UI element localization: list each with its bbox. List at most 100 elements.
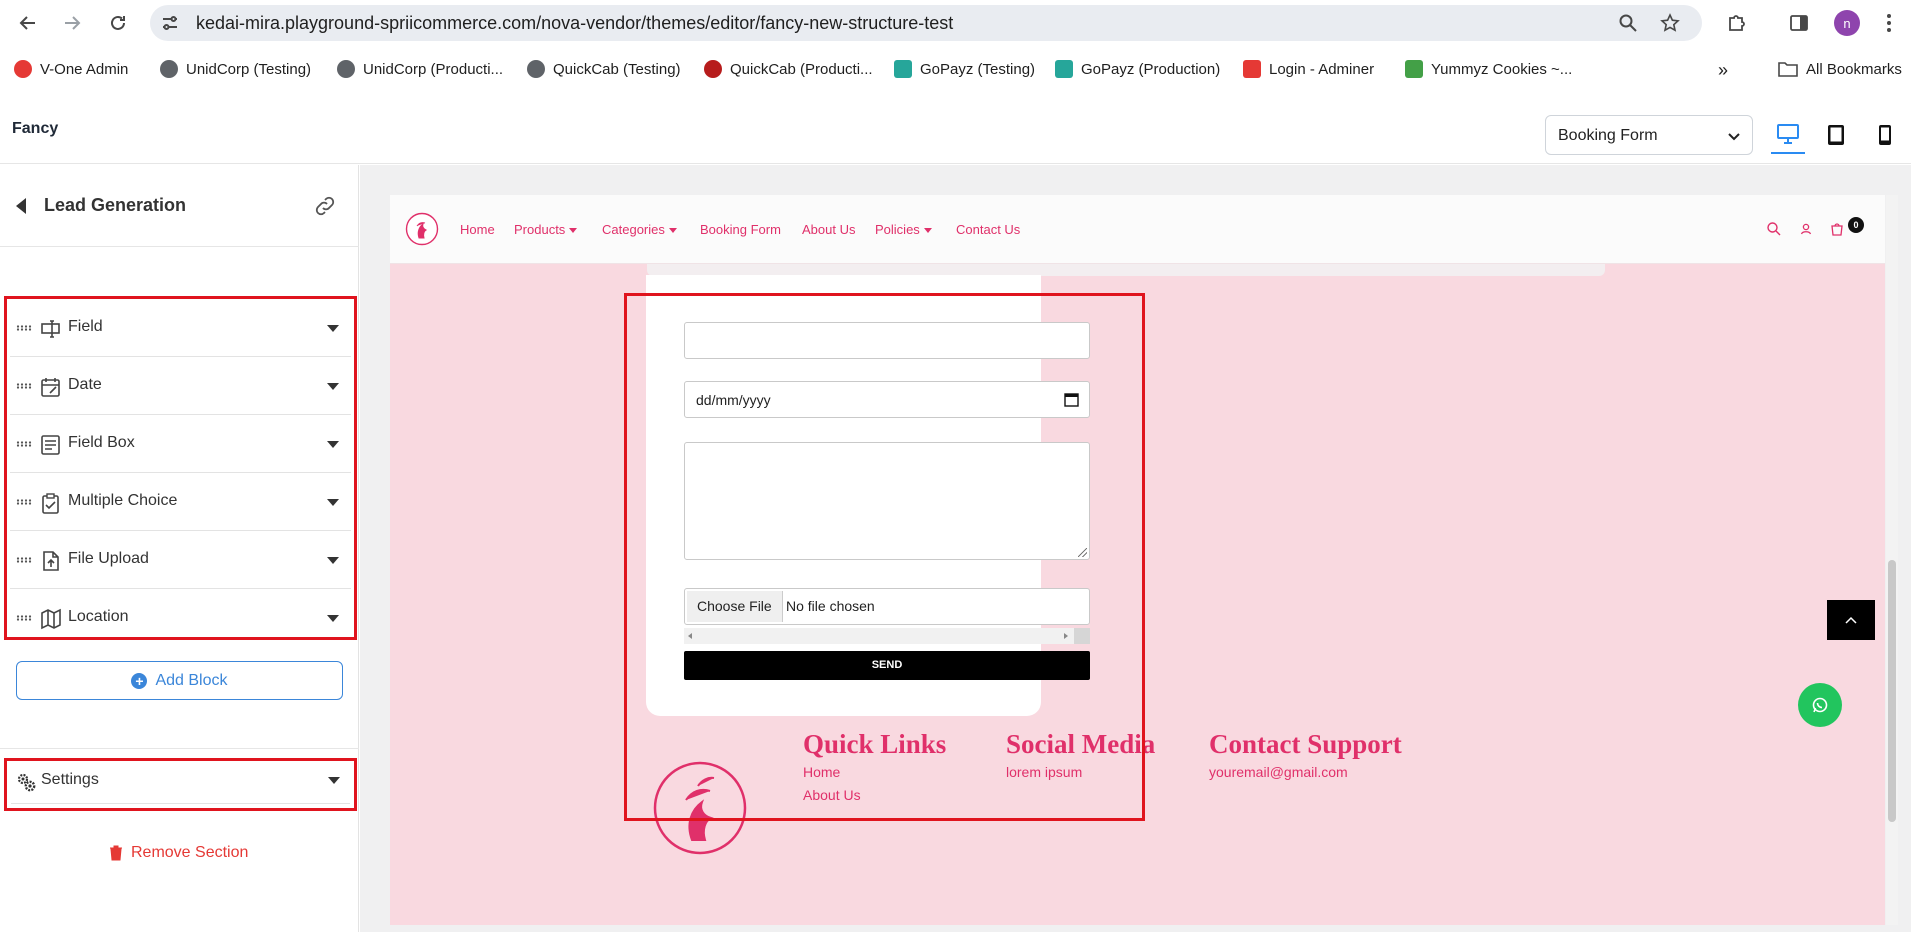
- remove-section-button[interactable]: Remove Section: [109, 844, 248, 862]
- nav-link-about-us[interactable]: About Us: [802, 222, 855, 237]
- block-item-multiple-choice[interactable]: Multiple Choice: [10, 473, 351, 531]
- address-bar[interactable]: kedai-mira.playground-spriicommerce.com/…: [150, 5, 1702, 41]
- settings-panel-toggle[interactable]: Settings: [4, 758, 357, 811]
- bookmark-favicon-icon: [894, 60, 912, 78]
- bookmark-item[interactable]: V-One Admin: [14, 60, 128, 78]
- block-item-file-upload[interactable]: File Upload: [10, 531, 351, 589]
- search-icon[interactable]: [1766, 221, 1782, 237]
- caret-down-icon[interactable]: [327, 383, 339, 390]
- folder-icon: [1778, 62, 1798, 77]
- block-label: File Upload: [68, 550, 149, 567]
- block-item-location[interactable]: Location: [10, 589, 351, 647]
- multiple-choice-icon: [42, 493, 59, 514]
- bookmark-favicon-icon: [1405, 60, 1423, 78]
- nav-link-booking-form[interactable]: Booking Form: [700, 222, 781, 237]
- scrollbar-thumb[interactable]: [1888, 560, 1896, 822]
- more-bookmarks-icon[interactable]: »: [1718, 60, 1728, 81]
- nav-link-home[interactable]: Home: [460, 222, 495, 237]
- whatsapp-icon: [1812, 697, 1828, 713]
- section-title: Lead Generation: [44, 195, 187, 215]
- bookmark-item[interactable]: Yummyz Cookies ~...: [1405, 60, 1572, 78]
- bookmark-item[interactable]: UnidCorp (Testing): [160, 60, 311, 78]
- bookmark-item[interactable]: QuickCab (Producti...: [704, 60, 873, 78]
- back-icon[interactable]: [14, 9, 42, 37]
- block-label: Date: [68, 376, 102, 393]
- caret-down-icon[interactable]: [327, 615, 339, 622]
- caret-down-icon: [923, 228, 932, 234]
- user-icon[interactable]: [1798, 221, 1814, 237]
- location-icon: [41, 608, 61, 630]
- caret-down-icon[interactable]: [327, 499, 339, 506]
- block-item-field[interactable]: Field: [10, 299, 351, 357]
- caret-down-icon[interactable]: [327, 441, 339, 448]
- store-navbar: Home Products Categories Booking Form Ab…: [390, 195, 1885, 264]
- bookmark-star-icon[interactable]: [1660, 13, 1680, 33]
- store-logo[interactable]: [405, 212, 439, 246]
- preview-scrollbar[interactable]: [1886, 195, 1898, 925]
- block-label: Multiple Choice: [68, 492, 178, 509]
- bookmark-item[interactable]: Login - Adminer: [1243, 60, 1374, 78]
- mobile-icon[interactable]: [1868, 116, 1902, 154]
- drag-handle-icon[interactable]: [16, 557, 32, 563]
- block-label: Location: [68, 608, 129, 625]
- nav-link-categories[interactable]: Categories: [602, 222, 677, 237]
- all-bookmarks-folder[interactable]: All Bookmarks: [1778, 60, 1902, 78]
- caret-down-icon[interactable]: [327, 557, 339, 564]
- desktop-icon[interactable]: [1771, 116, 1805, 154]
- menu-kebab-icon[interactable]: [1876, 10, 1902, 36]
- bookmark-item[interactable]: GoPayz (Production): [1055, 60, 1220, 78]
- date-icon: [41, 378, 60, 397]
- page-select-value: Booking Form: [1558, 127, 1658, 144]
- url-text[interactable]: kedai-mira.playground-spriicommerce.com/…: [196, 13, 953, 34]
- cart-count-badge: 0: [1848, 217, 1864, 233]
- page-select-dropdown[interactable]: Booking Form: [1545, 115, 1753, 155]
- bookmark-favicon-icon: [1243, 60, 1261, 78]
- form-section-highlight: [624, 293, 1145, 821]
- zoom-icon[interactable]: [1618, 13, 1638, 33]
- bookmarks-bar: V-One Admin UnidCorp (Testing) UnidCorp …: [0, 50, 1911, 90]
- gears-icon: [17, 773, 36, 792]
- field-icon: [41, 320, 60, 338]
- block-item-date[interactable]: Date: [10, 357, 351, 415]
- bookmark-item[interactable]: UnidCorp (Producti...: [337, 60, 503, 78]
- blocks-list: Field Date Field Box Multiple Choice Fil…: [4, 296, 357, 640]
- bookmark-item[interactable]: QuickCab (Testing): [527, 60, 681, 78]
- app-title: Fancy: [12, 120, 59, 137]
- link-icon[interactable]: [314, 195, 336, 217]
- bookmark-favicon-icon: [14, 60, 32, 78]
- caret-down-icon[interactable]: [328, 777, 340, 784]
- scroll-to-top-button[interactable]: [1827, 600, 1875, 640]
- chevron-up-icon: [1845, 616, 1857, 624]
- nav-link-policies[interactable]: Policies: [875, 222, 932, 237]
- nav-link-contact-us[interactable]: Contact Us: [956, 222, 1020, 237]
- block-item-field-box[interactable]: Field Box: [10, 415, 351, 473]
- cart-icon[interactable]: [1829, 221, 1845, 237]
- divider: [11, 803, 350, 804]
- drag-handle-icon[interactable]: [16, 383, 32, 389]
- plus-circle-icon: +: [131, 672, 148, 689]
- footer-contact-title: Contact Support: [1209, 729, 1402, 759]
- add-block-button[interactable]: + Add Block: [16, 661, 343, 700]
- nav-link-products[interactable]: Products: [514, 222, 578, 237]
- site-info-icon[interactable]: [160, 13, 180, 33]
- drag-handle-icon[interactable]: [16, 499, 32, 505]
- browser-toolbar: kedai-mira.playground-spriicommerce.com/…: [0, 0, 1911, 46]
- trash-icon: [110, 845, 122, 861]
- forward-icon[interactable]: [58, 9, 86, 37]
- extensions-icon[interactable]: [1724, 10, 1750, 36]
- tablet-icon[interactable]: [1819, 116, 1853, 154]
- profile-avatar[interactable]: n: [1834, 10, 1860, 36]
- footer-contact-email[interactable]: youremail@gmail.com: [1209, 764, 1348, 780]
- back-caret-icon[interactable]: [16, 198, 26, 214]
- editor-header: Fancy Booking Form: [0, 92, 1911, 164]
- reload-icon[interactable]: [104, 9, 132, 37]
- whatsapp-button[interactable]: [1798, 683, 1842, 727]
- side-panel-icon[interactable]: [1786, 10, 1812, 36]
- bookmark-item[interactable]: GoPayz (Testing): [894, 60, 1035, 78]
- caret-down-icon[interactable]: [327, 325, 339, 332]
- drag-handle-icon[interactable]: [16, 441, 32, 447]
- file-upload-icon: [43, 551, 59, 571]
- globe-icon: [527, 60, 545, 78]
- drag-handle-icon[interactable]: [16, 325, 32, 331]
- drag-handle-icon[interactable]: [16, 615, 32, 621]
